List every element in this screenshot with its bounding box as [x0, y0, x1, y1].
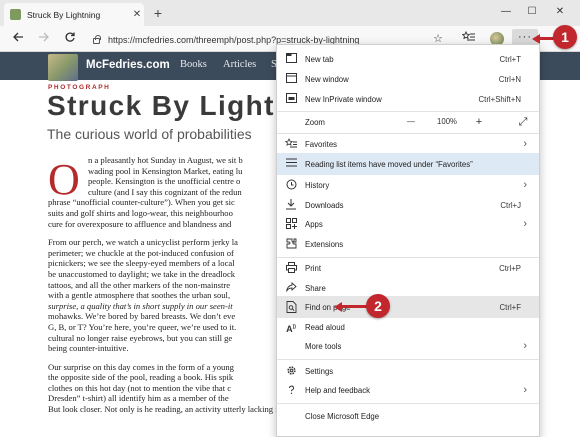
menu-shortcut: Ctrl+T	[499, 54, 521, 64]
menu-item-find-on-page[interactable]: Find on page Ctrl+F	[277, 296, 539, 318]
article-subtitle: The curious world of probabilities	[47, 126, 252, 142]
menu-label: Downloads	[305, 200, 344, 210]
menu-item-new-tab[interactable]: New tab Ctrl+T	[277, 48, 539, 70]
chevron-right-icon: ›	[523, 138, 527, 150]
refresh-button[interactable]	[60, 29, 80, 49]
zoom-out-button[interactable]: —	[401, 111, 421, 133]
settings-and-more-menu: New tab Ctrl+T New window Ctrl+N New InP…	[276, 44, 540, 437]
tab-strip: Struck By Lightning ✕ + — ☐ ✕	[0, 0, 580, 26]
back-arrow-icon	[13, 32, 23, 42]
menu-shortcut: Ctrl+P	[499, 263, 521, 273]
menu-item-history[interactable]: History ›	[277, 174, 539, 196]
menu-label: History	[305, 180, 330, 190]
menu-shortcut: Ctrl+J	[500, 200, 521, 210]
tab-title: Struck By Lightning	[27, 9, 101, 20]
menu-shortcut: Ctrl+Shift+N	[478, 94, 521, 104]
extensions-icon	[285, 238, 297, 250]
fullscreen-button[interactable]: ⤢	[513, 111, 533, 133]
menu-divider	[277, 403, 539, 404]
close-window-button[interactable]: ✕	[548, 2, 572, 22]
forward-button[interactable]	[34, 29, 54, 49]
history-icon	[285, 179, 297, 191]
menu-label: New tab	[305, 54, 334, 64]
menu-item-more-tools[interactable]: More tools ›	[277, 335, 539, 357]
menu-label: Extensions	[305, 239, 344, 249]
favorites-icon	[284, 138, 297, 150]
menu-item-reading-list-notice[interactable]: Reading list items have moved under “Fav…	[277, 153, 539, 175]
menu-shortcut: Ctrl+N	[498, 74, 521, 84]
menu-label: New InPrivate window	[305, 94, 382, 104]
help-icon	[285, 384, 297, 396]
apps-icon	[285, 218, 297, 230]
menu-label: Print	[305, 263, 322, 273]
menu-label: Reading list items have moved under “Fav…	[305, 159, 473, 169]
favorites-list-icon	[461, 30, 475, 41]
refresh-icon	[65, 32, 75, 42]
site-favicon-icon	[10, 9, 21, 20]
menu-label: Read aloud	[305, 322, 345, 332]
site-logo[interactable]	[48, 54, 78, 81]
menu-label: New window	[305, 74, 349, 84]
chevron-right-icon: ›	[523, 218, 527, 230]
menu-item-help-and-feedback[interactable]: Help and feedback ›	[277, 379, 539, 401]
chevron-right-icon: ›	[523, 179, 527, 191]
menu-label: Settings	[305, 366, 334, 376]
zoom-level: 100%	[437, 117, 457, 126]
chevron-right-icon: ›	[523, 384, 527, 396]
callout-2-pointer	[340, 305, 368, 308]
zoom-in-button[interactable]: +	[469, 111, 489, 133]
menu-item-close-edge[interactable]: Close Microsoft Edge	[277, 405, 539, 427]
download-icon	[285, 199, 297, 211]
back-button[interactable]	[8, 29, 28, 49]
menu-item-favorites[interactable]: Favorites ›	[277, 133, 539, 155]
inprivate-window-icon	[285, 93, 297, 105]
minimize-button[interactable]: —	[494, 2, 518, 22]
read-aloud-icon: A))	[286, 324, 296, 334]
menu-item-apps[interactable]: Apps ›	[277, 213, 539, 235]
callout-badge-1: 1	[553, 25, 577, 49]
reading-list-icon	[285, 158, 297, 170]
site-name[interactable]: McFedries.com	[86, 59, 170, 71]
menu-shortcut: Ctrl+F	[499, 302, 521, 312]
print-icon	[285, 262, 297, 274]
menu-label: More tools	[305, 341, 342, 351]
menu-item-extensions[interactable]: Extensions	[277, 233, 539, 255]
lock-icon	[93, 35, 101, 44]
menu-label: Share	[305, 283, 326, 293]
menu-label: Help and feedback	[305, 385, 371, 395]
maximize-button[interactable]: ☐	[520, 2, 544, 22]
menu-item-zoom: Zoom — 100% + ⤢	[277, 111, 539, 133]
find-on-page-icon	[285, 301, 297, 313]
new-window-icon	[285, 73, 297, 85]
forward-arrow-icon	[39, 32, 49, 42]
menu-item-new-inprivate-window[interactable]: New InPrivate window Ctrl+Shift+N	[277, 88, 539, 110]
site-nav-books[interactable]: Books	[180, 59, 207, 70]
chevron-right-icon: ›	[523, 340, 527, 352]
callout-2-arrowhead	[334, 302, 342, 312]
menu-label: Apps	[305, 219, 323, 229]
menu-item-print[interactable]: Print Ctrl+P	[277, 257, 539, 279]
new-tab-icon	[285, 53, 297, 65]
site-nav-articles[interactable]: Articles	[223, 59, 256, 70]
menu-label: Zoom	[305, 117, 325, 127]
gear-icon	[285, 365, 297, 377]
menu-label: Close Microsoft Edge	[305, 411, 380, 421]
menu-label: Favorites	[305, 139, 338, 149]
menu-item-new-window[interactable]: New window Ctrl+N	[277, 68, 539, 90]
callout-badge-2: 2	[366, 294, 390, 318]
callout-1-arrowhead	[532, 34, 540, 44]
close-tab-icon[interactable]: ✕	[130, 9, 144, 20]
new-tab-button[interactable]: +	[150, 4, 166, 22]
browser-tab[interactable]: Struck By Lightning ✕	[4, 3, 144, 26]
share-icon	[285, 282, 297, 294]
